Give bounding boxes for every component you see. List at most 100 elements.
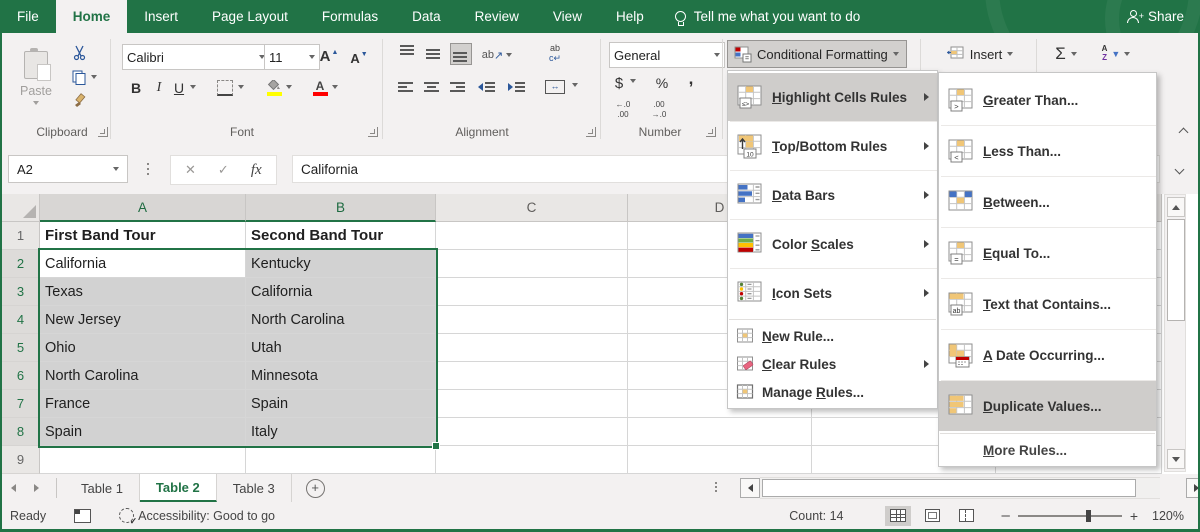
sheet-tab-table2[interactable]: Table 2 [139,474,217,502]
menu-item-data-bars[interactable]: Data Bars [728,171,937,219]
menu-item-a-date-occurring[interactable]: A Date Occurring... [939,330,1156,380]
menu-item-duplicate-values[interactable]: Duplicate Values... [939,381,1156,431]
grid-cell[interactable] [628,418,812,446]
menu-item-less-than[interactable]: < Less Than... [939,126,1156,176]
orientation-button[interactable]: ab ↗ [482,45,513,65]
column-header-c[interactable]: C [436,194,628,222]
increase-decimal-button[interactable]: ←.0.00 [608,99,638,121]
column-header-a[interactable]: A [40,194,246,222]
row-header[interactable]: 3 [2,278,40,306]
grid-cell[interactable] [436,362,628,390]
menu-item-between[interactable]: Between... [939,177,1156,227]
row-header[interactable]: 7 [2,390,40,418]
sheet-tab-table1[interactable]: Table 1 [65,474,140,502]
enter-button[interactable]: ✓ [218,162,229,178]
decrease-indent-button[interactable] [474,77,498,97]
new-sheet-button[interactable]: + [292,474,339,502]
align-bottom-button[interactable] [450,43,472,65]
tell-me-box[interactable]: Tell me what you want to do [674,0,860,33]
zoom-out-button[interactable]: – [1001,507,1009,524]
menu-item-manage-rules[interactable]: Manage Rules... [728,378,937,406]
row-header[interactable]: 1 [2,222,40,250]
sheet-tab-table3[interactable]: Table 3 [217,474,292,502]
align-right-button[interactable] [446,77,468,97]
row-header[interactable]: 9 [2,446,40,474]
menu-item-text-that-contains[interactable]: ab Text that Contains... [939,279,1156,329]
currency-button[interactable]: $ [610,73,628,93]
merge-center-button[interactable]: ↔ [542,77,568,97]
borders-dropdown[interactable] [238,85,244,89]
font-color-dropdown[interactable] [332,85,338,89]
conditional-formatting-button[interactable]: = Conditional Formatting [727,40,907,68]
menu-item-top-bottom-rules[interactable]: 10 Top/Bottom Rules [728,122,937,170]
align-middle-button[interactable] [424,43,446,65]
grid-cell-b9[interactable] [246,446,436,474]
align-top-button[interactable] [398,43,420,65]
grid-cell[interactable] [436,278,628,306]
grid-cell[interactable] [436,446,628,474]
paste-button[interactable]: Paste [10,41,62,115]
horizontal-scroll-thumb[interactable] [762,479,1136,497]
grid-cell-a5[interactable]: Ohio [40,334,246,362]
cut-button[interactable] [68,43,92,63]
merge-center-dropdown[interactable] [572,83,578,87]
grid-cell-b5[interactable]: Utah [246,334,436,362]
align-left-button[interactable] [394,77,416,97]
vertical-scroll-thumb[interactable] [1167,219,1185,321]
sheet-nav-left-button[interactable] [2,474,25,502]
row-header[interactable]: 5 [2,334,40,362]
grow-font-button[interactable]: A ▲ [316,44,342,68]
grid-cell-a4[interactable]: New Jersey [40,306,246,334]
collapse-ribbon-button[interactable] [1174,125,1192,139]
grid-cell[interactable] [436,334,628,362]
bold-button[interactable]: B [126,77,146,99]
row-header[interactable]: 6 [2,362,40,390]
tab-view[interactable]: View [536,0,599,33]
fill-color-dropdown[interactable] [286,85,292,89]
font-dialog-launcher[interactable] [368,127,378,137]
shrink-font-button[interactable]: A ▼ [346,46,372,70]
menu-item-more-rules[interactable]: More Rules... [939,436,1156,464]
menu-item-clear-rules[interactable]: Clear Rules [728,350,937,378]
menu-item-equal-to[interactable]: = Equal To... [939,228,1156,278]
grid-cell[interactable] [436,250,628,278]
expand-formula-bar-button[interactable] [1170,162,1188,176]
tab-review[interactable]: Review [458,0,536,33]
autosum-button[interactable]: Σ [1046,40,1086,68]
grid-cell[interactable] [436,222,628,250]
scroll-up-button[interactable] [1167,197,1185,217]
font-size-select[interactable]: 11 [264,44,320,70]
tab-data[interactable]: Data [395,0,458,33]
select-all-corner[interactable] [2,194,40,222]
tab-file[interactable]: File [0,0,56,33]
formula-bar-splitter[interactable] [147,163,149,165]
insert-function-button[interactable]: fx [251,162,262,179]
font-name-select[interactable]: Calibri [122,44,270,70]
underline-dropdown[interactable] [190,85,196,89]
grid-cell-b6[interactable]: Minnesota [246,362,436,390]
grid-cell-b2[interactable]: Kentucky [246,250,436,278]
menu-item-icon-sets[interactable]: Icon Sets [728,269,937,317]
scroll-left-button[interactable] [740,478,760,498]
cancel-button[interactable]: ✕ [185,162,196,178]
horizontal-scroll-track[interactable] [760,477,1160,499]
zoom-level[interactable]: 120% [1152,509,1184,523]
increase-indent-button[interactable] [504,77,528,97]
grid-cell[interactable] [436,418,628,446]
column-header-b[interactable]: B [246,194,436,222]
alignment-dialog-launcher[interactable] [586,127,596,137]
tab-help[interactable]: Help [599,0,661,33]
grid-cell-b3[interactable]: California [246,278,436,306]
fill-color-button[interactable] [264,77,284,99]
number-dialog-launcher[interactable] [706,127,716,137]
grid-cell-a1[interactable]: First Band Tour [40,222,246,250]
row-header[interactable]: 2 [2,250,40,278]
tab-formulas[interactable]: Formulas [305,0,395,33]
page-break-view-button[interactable] [953,506,979,526]
grid-cell[interactable] [628,446,812,474]
grid-cell-b7[interactable]: Spain [246,390,436,418]
underline-button[interactable]: U [170,77,188,99]
normal-view-button[interactable] [885,505,912,526]
insert-cells-button[interactable]: Insert [932,40,1028,68]
italic-button[interactable]: I [150,77,168,99]
